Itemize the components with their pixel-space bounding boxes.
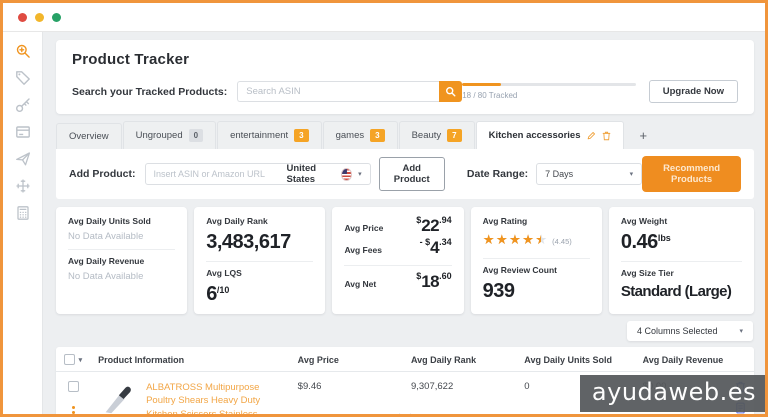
avg-weight-value: 0.46lbs: [621, 231, 742, 254]
tab-count-badge: 7: [447, 129, 461, 142]
us-flag-icon: [341, 168, 352, 181]
page-title: Product Tracker: [72, 51, 738, 68]
avg-net-value: $18.60: [416, 272, 451, 292]
media-card-icon[interactable]: [15, 124, 31, 140]
table-header-row: ▾ Product Information Avg Price Avg Dail…: [56, 347, 754, 372]
paper-plane-icon[interactable]: [15, 151, 31, 167]
product-thumbnail: [98, 381, 136, 414]
add-product-label: Add Product:: [69, 168, 136, 180]
chevron-down-icon: ▾: [630, 170, 634, 178]
tab-count-badge: 3: [294, 129, 308, 142]
tab-beauty[interactable]: Beauty7: [399, 121, 475, 149]
select-all-checkbox[interactable]: [64, 354, 75, 365]
group-tabs: Overview Ungrouped0 entertainment3 games…: [56, 121, 754, 149]
key-icon[interactable]: [15, 97, 31, 113]
asin-url-input[interactable]: [146, 169, 279, 179]
upgrade-now-button[interactable]: Upgrade Now: [649, 80, 738, 103]
avg-review-count-value: 939: [483, 280, 590, 303]
col-avg-price[interactable]: Avg Price: [290, 347, 403, 372]
window-close-button[interactable]: [18, 13, 27, 22]
no-data-text: No Data Available: [68, 271, 175, 282]
calculator-icon[interactable]: [15, 205, 31, 221]
recommend-products-button[interactable]: Recommend Products: [642, 156, 741, 192]
crosshair-icon[interactable]: [15, 178, 31, 194]
stats-cards: Avg Daily Units Sold No Data Available A…: [56, 207, 754, 314]
search-tracked-label: Search your Tracked Products:: [72, 86, 227, 98]
add-group-tab[interactable]: +: [625, 122, 663, 149]
col-avg-daily-revenue[interactable]: Avg Daily Revenue: [635, 347, 726, 372]
tracked-count-text: 18 / 80 Tracked: [462, 91, 636, 100]
star-rating: ★★★★★★★★★★(4.45): [483, 231, 590, 249]
tag-icon[interactable]: [15, 70, 31, 86]
edit-pencil-icon[interactable]: [587, 131, 596, 140]
avg-size-tier-value: Standard (Large): [621, 283, 742, 300]
date-range-label: Date Range:: [467, 168, 528, 180]
avg-lqs-value: 6/10: [206, 283, 313, 306]
tracked-progress-bar: [462, 83, 636, 86]
watermark: ayudaweb.es: [580, 375, 765, 412]
tracker-header-panel: Product Tracker Search your Tracked Prod…: [56, 40, 754, 114]
tracked-usage: 18 / 80 Tracked: [462, 83, 636, 100]
window-maximize-button[interactable]: [52, 13, 61, 22]
tracked-progress-fill: [462, 83, 501, 86]
tab-count-badge: 3: [370, 129, 384, 142]
add-product-bar: Add Product: United States ▾ Add Product…: [56, 149, 754, 199]
search-icon: [445, 86, 456, 97]
col-avg-daily-units-sold[interactable]: Avg Daily Units Sold: [516, 347, 634, 372]
columns-selected-dropdown[interactable]: 4 Columns Selected ▾: [627, 321, 753, 341]
cell-avg-price: $9.46: [290, 372, 403, 414]
card-rank-lqs: Avg Daily Rank 3,483,617 Avg LQS 6/10: [194, 207, 325, 314]
search-button[interactable]: [439, 81, 462, 102]
sidebar: [3, 32, 43, 414]
chevron-down-icon: ▾: [358, 170, 362, 178]
chevron-down-icon: ▾: [739, 327, 743, 335]
product-title-link[interactable]: ALBATROSS Multipurpose Poultry Shears He…: [146, 381, 282, 414]
marketplace-selector[interactable]: United States ▾: [279, 164, 370, 184]
col-avg-daily-rank[interactable]: Avg Daily Rank: [403, 347, 516, 372]
tab-games[interactable]: games3: [323, 121, 398, 149]
avg-price-value: $22.94: [416, 216, 451, 236]
cell-avg-daily-rank: 9,307,622: [403, 372, 516, 414]
window-titlebar: [3, 3, 765, 32]
col-product-information[interactable]: Product Information: [90, 347, 290, 372]
stars-filled: ★★★★★: [483, 233, 541, 247]
tab-ungrouped[interactable]: Ungrouped0: [123, 121, 216, 149]
card-rating-reviews: Avg Rating ★★★★★★★★★★(4.45) Avg Review C…: [471, 207, 602, 314]
delete-trash-icon[interactable]: [602, 131, 611, 141]
tab-count-badge: 0: [189, 129, 203, 142]
main-content: Product Tracker Search your Tracked Prod…: [43, 32, 765, 414]
chevron-down-icon[interactable]: ▾: [79, 356, 83, 364]
row-expand-chevron-icon[interactable]: [398, 413, 412, 414]
search-asin-input[interactable]: [237, 81, 439, 102]
window-minimize-button[interactable]: [35, 13, 44, 22]
avg-fees-value: - $4.34: [420, 238, 452, 258]
tab-overview[interactable]: Overview: [56, 123, 122, 149]
stars-icon: ★★★★★★★★★★: [483, 233, 549, 247]
rating-number: (4.45): [552, 237, 572, 246]
card-weight-size: Avg Weight 0.46lbs Avg Size Tier Standar…: [609, 207, 754, 314]
avg-daily-rank-value: 3,483,617: [206, 231, 313, 254]
no-data-text: No Data Available: [68, 231, 175, 242]
card-units-revenue: Avg Daily Units Sold No Data Available A…: [56, 207, 187, 314]
tab-kitchen-accessories[interactable]: Kitchen accessories: [476, 121, 624, 149]
search-magnet-icon[interactable]: [15, 43, 31, 59]
row-menu-kebab-icon[interactable]: [72, 406, 75, 414]
app-window: Product Tracker Search your Tracked Prod…: [0, 0, 768, 417]
marketplace-name: United States: [287, 163, 336, 185]
row-checkbox[interactable]: [68, 381, 79, 392]
date-range-select[interactable]: 7 Days ▾: [536, 163, 642, 185]
card-price-fees-net: Avg Price $22.94 Avg Fees - $4.34 Avg Ne…: [332, 207, 463, 314]
add-product-button[interactable]: Add Product: [379, 157, 445, 191]
tab-entertainment[interactable]: entertainment3: [217, 121, 322, 149]
